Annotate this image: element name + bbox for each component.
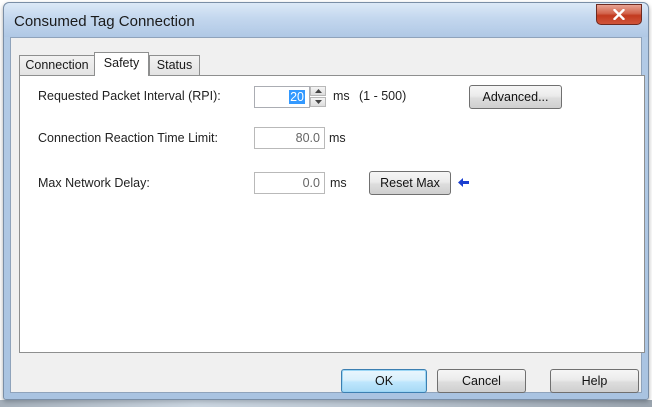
left-arrow-icon [458, 178, 469, 187]
spin-down-button[interactable] [310, 97, 326, 107]
advanced-button[interactable]: Advanced... [469, 85, 562, 109]
cancel-button[interactable]: Cancel [437, 369, 526, 393]
close-icon [613, 9, 625, 20]
max-network-delay-value: 0.0 [302, 176, 320, 190]
close-button[interactable] [596, 4, 642, 25]
safety-tab-panel: Requested Packet Interval (RPI): 20 ms (… [19, 75, 645, 353]
reaction-time-value: 80.0 [295, 131, 320, 145]
title-bar[interactable]: Consumed Tag Connection [4, 3, 648, 37]
reset-max-button[interactable]: Reset Max [369, 171, 451, 195]
spin-down-icon [314, 100, 322, 104]
dialog-client-area: Connection Safety Status Requested Packe… [10, 37, 645, 393]
reaction-time-field: 80.0 [254, 127, 325, 149]
max-network-delay-field: 0.0 [254, 172, 325, 194]
dialog-window: Consumed Tag Connection Connection Safet… [3, 2, 649, 400]
ok-button[interactable]: OK [341, 369, 427, 393]
tab-connection-label: Connection [25, 58, 89, 72]
tab-safety-label: Safety [103, 56, 140, 70]
reaction-time-label: Connection Reaction Time Limit: [38, 131, 218, 145]
window-shadow [0, 400, 652, 407]
rpi-value: 20 [289, 90, 305, 104]
help-button[interactable]: Help [550, 369, 639, 393]
max-network-delay-unit: ms [330, 176, 347, 190]
spin-up-button[interactable] [310, 86, 326, 96]
reaction-time-unit: ms [329, 131, 346, 145]
tab-connection[interactable]: Connection [19, 55, 95, 75]
tab-safety[interactable]: Safety [94, 52, 149, 76]
rpi-label: Requested Packet Interval (RPI): [38, 89, 221, 103]
window-title: Consumed Tag Connection [14, 13, 195, 30]
tab-status-label: Status [156, 58, 193, 72]
tab-status[interactable]: Status [149, 55, 200, 75]
rpi-spinner[interactable] [310, 86, 326, 108]
rpi-unit: ms [333, 89, 350, 103]
max-network-delay-label: Max Network Delay: [38, 176, 150, 190]
spin-up-icon [314, 89, 322, 93]
rpi-input[interactable]: 20 [254, 86, 310, 108]
rpi-range: (1 - 500) [359, 89, 407, 103]
